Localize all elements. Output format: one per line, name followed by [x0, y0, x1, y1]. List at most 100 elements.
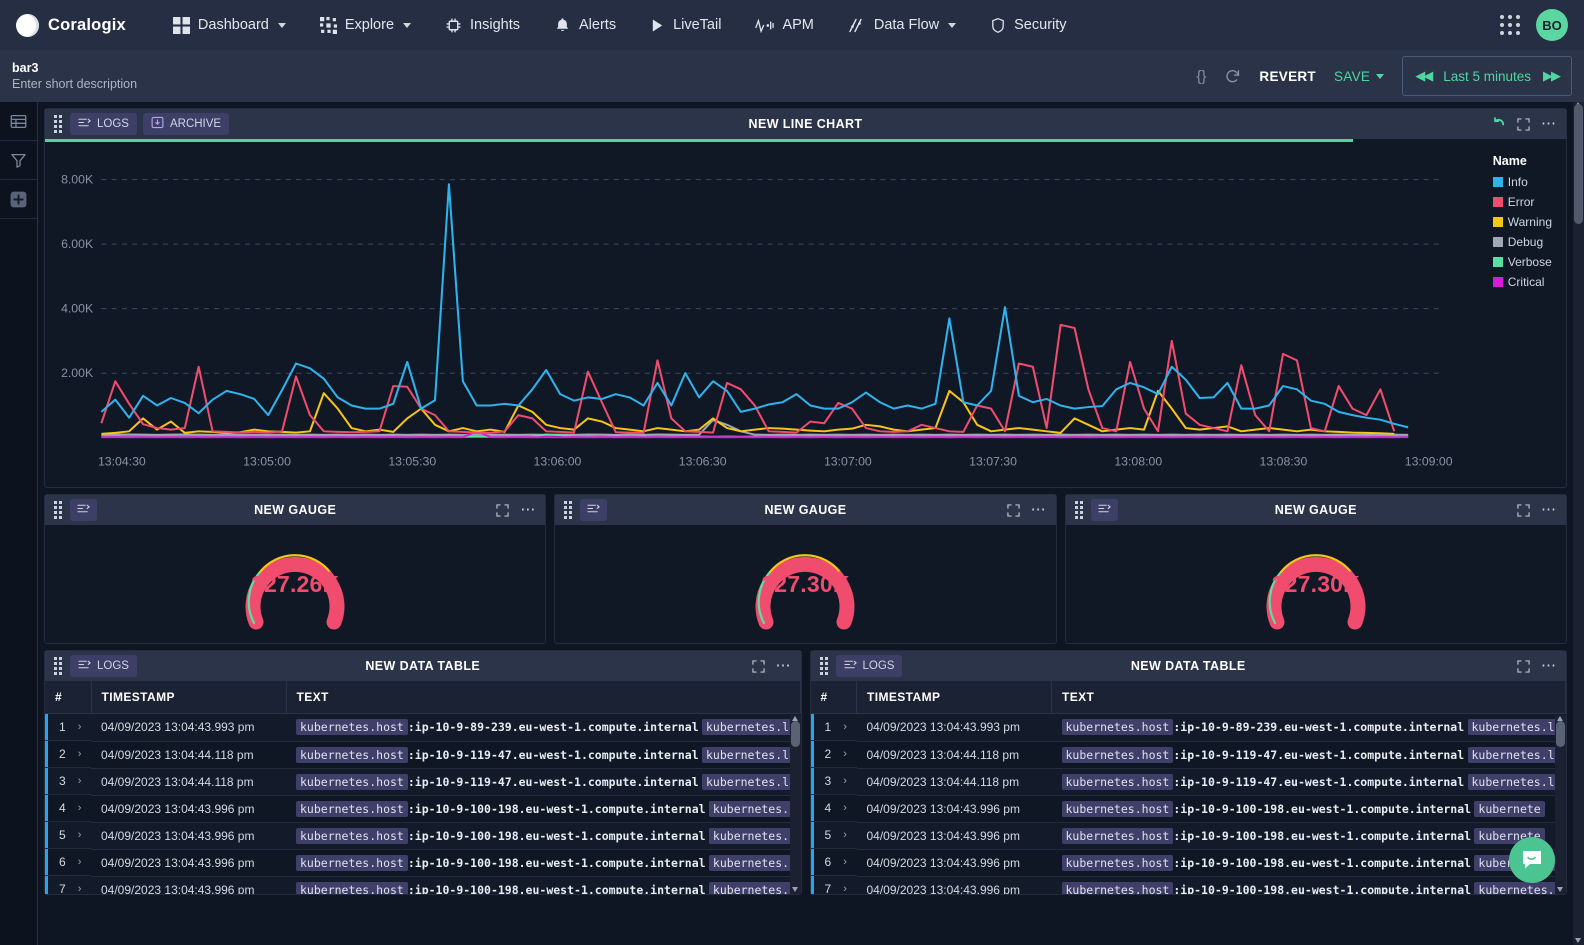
column-header-text[interactable]: TEXT	[286, 681, 801, 714]
table-row[interactable]: 1 › 04/09/2023 13:04:43.993 pm kubernetes.h…	[810, 713, 1566, 742]
legend-item-warning[interactable]: Warning	[1492, 212, 1552, 232]
avatar[interactable]: BO	[1536, 9, 1568, 41]
expand-row-chevron-icon[interactable]: ›	[843, 775, 847, 787]
expand-icon[interactable]	[1006, 503, 1020, 517]
column-header-text[interactable]: TEXT	[1051, 681, 1566, 714]
nav-item-apm[interactable]: APM	[738, 0, 830, 50]
view-json-icon[interactable]: {}	[1196, 68, 1206, 85]
table-icon[interactable]	[0, 102, 37, 141]
table-row[interactable]: 4 › 04/09/2023 13:04:43.996 pm kubernetes.h…	[45, 795, 800, 823]
nav-item-insights[interactable]: Insights	[428, 0, 537, 50]
column-header-index[interactable]: #	[810, 681, 857, 714]
expand-row-chevron-icon[interactable]: ›	[78, 802, 82, 814]
expand-row-chevron-icon[interactable]: ›	[843, 883, 847, 894]
drag-handle-icon[interactable]	[54, 657, 62, 675]
column-header-timestamp[interactable]: TIMESTAMP	[91, 681, 287, 714]
add-widget-icon[interactable]	[0, 180, 37, 219]
nav-item-security[interactable]: Security	[973, 0, 1083, 50]
time-range-picker[interactable]: ◀◀ Last 5 minutes ▶▶	[1402, 56, 1572, 96]
table-row[interactable]: 7 › 04/09/2023 13:04:43.996 pm kubernetes.h…	[45, 876, 800, 894]
table-row[interactable]: 3 › 04/09/2023 13:04:44.118 pm kubernetes.h…	[45, 768, 800, 796]
support-chat-button[interactable]	[1509, 837, 1555, 883]
panel-menu-icon[interactable]: ⋯	[1031, 502, 1047, 517]
column-header-index[interactable]: #	[45, 681, 92, 714]
brand-logo[interactable]: Coralogix	[16, 13, 126, 37]
legend-item-error[interactable]: Error	[1492, 192, 1552, 212]
scroll-down-icon[interactable]	[791, 887, 798, 892]
drag-handle-icon[interactable]	[54, 501, 62, 519]
scroll-down-icon[interactable]	[1557, 887, 1563, 892]
revert-button[interactable]: REVERT	[1259, 69, 1316, 84]
source-tag-logs[interactable]: LOGS	[70, 655, 137, 677]
expand-icon[interactable]	[1517, 503, 1530, 517]
line-chart[interactable]: 2.00K 4.00K 6.00K 8.00K 13:04:30 13:05:00 13:0…	[45, 142, 1566, 487]
table-scrollbar[interactable]	[1555, 715, 1566, 894]
expand-row-chevron-icon[interactable]: ›	[843, 856, 847, 868]
drag-handle-icon[interactable]	[54, 115, 62, 133]
expand-row-chevron-icon[interactable]: ›	[78, 748, 82, 760]
expand-row-chevron-icon[interactable]: ›	[78, 883, 82, 894]
panel-menu-icon[interactable]: ⋯	[1541, 116, 1557, 131]
apps-grid-icon[interactable]	[1500, 15, 1520, 35]
table-row[interactable]: 4 › 04/09/2023 13:04:43.996 pm kubernetes.h…	[810, 795, 1566, 823]
expand-row-chevron-icon[interactable]: ›	[843, 829, 847, 841]
source-tag-logs[interactable]: LOGS	[70, 113, 137, 135]
dashboard-description[interactable]: Enter short description	[12, 76, 137, 92]
scroll-down-icon[interactable]	[1575, 938, 1581, 943]
source-tag-logs[interactable]: LOGS	[835, 655, 903, 677]
panel-menu-icon[interactable]: ⋯	[776, 658, 792, 673]
expand-row-chevron-icon[interactable]: ›	[78, 856, 82, 868]
panel-menu-icon[interactable]: ⋯	[1541, 502, 1557, 517]
table-row[interactable]: 2 › 04/09/2023 13:04:44.118 pm kubernetes.h…	[45, 741, 800, 769]
table-row[interactable]: 5 › 04/09/2023 13:04:43.996 pm kubernetes.h…	[810, 822, 1566, 850]
table-row[interactable]: 3 › 04/09/2023 13:04:44.118 pm kubernetes.h…	[810, 768, 1566, 796]
legend-item-debug[interactable]: Debug	[1492, 232, 1552, 252]
nav-item-dataflow[interactable]: Data Flow	[831, 0, 973, 50]
source-tag-logs-icon-only[interactable]	[70, 499, 97, 521]
nav-item-explore[interactable]: Explore	[303, 0, 428, 50]
expand-row-chevron-icon[interactable]: ›	[843, 721, 847, 733]
table-row[interactable]: 6 › 04/09/2023 13:04:43.996 pm kubernetes.h…	[810, 849, 1566, 877]
page-scroll-thumb[interactable]	[1574, 104, 1583, 224]
nav-item-dashboard[interactable]: Dashboard	[156, 0, 303, 50]
save-button[interactable]: SAVE	[1334, 69, 1385, 84]
expand-icon[interactable]	[1517, 659, 1530, 673]
nav-item-alerts[interactable]: Alerts	[537, 0, 633, 50]
loading-spinner-icon[interactable]	[1491, 116, 1506, 132]
table-row[interactable]: 6 › 04/09/2023 13:04:43.996 pm kubernetes.h…	[45, 849, 800, 877]
row-timestamp: 04/09/2023 13:04:43.996 pm	[91, 795, 286, 823]
source-tag-archive[interactable]: ARCHIVE	[142, 113, 230, 135]
prev-range-icon[interactable]: ◀◀	[1415, 68, 1433, 84]
expand-icon[interactable]	[1517, 117, 1530, 131]
refresh-icon[interactable]	[1224, 68, 1241, 85]
table-row[interactable]: 2 › 04/09/2023 13:04:44.118 pm kubernetes.h…	[810, 741, 1566, 769]
table-scroll-thumb[interactable]	[790, 721, 800, 747]
legend-item-critical[interactable]: Critical	[1492, 272, 1552, 292]
legend-item-info[interactable]: Info	[1492, 172, 1552, 192]
drag-handle-icon[interactable]	[564, 501, 573, 519]
table-row[interactable]: 1 › 04/09/2023 13:04:43.993 pm kubernetes.h…	[45, 713, 800, 742]
expand-row-chevron-icon[interactable]: ›	[843, 802, 847, 814]
source-tag-logs-icon-only[interactable]	[580, 499, 608, 521]
column-header-timestamp[interactable]: TIMESTAMP	[856, 681, 1052, 714]
source-tag-logs-icon-only[interactable]	[1090, 499, 1118, 521]
expand-row-chevron-icon[interactable]: ›	[78, 829, 82, 841]
expand-row-chevron-icon[interactable]: ›	[843, 748, 847, 760]
drag-handle-icon[interactable]	[1074, 501, 1083, 519]
panel-menu-icon[interactable]: ⋯	[1541, 658, 1557, 673]
next-range-icon[interactable]: ▶▶	[1543, 68, 1561, 84]
expand-icon[interactable]	[751, 659, 765, 673]
table-scrollbar[interactable]	[789, 715, 801, 894]
page-scrollbar[interactable]	[1573, 102, 1584, 945]
table-row[interactable]: 7 › 04/09/2023 13:04:43.996 pm kubernetes.h…	[810, 876, 1566, 894]
table-scroll-thumb[interactable]	[1556, 721, 1565, 747]
drag-handle-icon[interactable]	[819, 657, 828, 675]
panel-menu-icon[interactable]: ⋯	[520, 502, 536, 517]
expand-row-chevron-icon[interactable]: ›	[78, 775, 82, 787]
expand-row-chevron-icon[interactable]: ›	[78, 721, 82, 733]
filter-icon[interactable]	[0, 141, 37, 180]
legend-item-verbose[interactable]: Verbose	[1492, 252, 1552, 272]
nav-item-livetail[interactable]: LiveTail	[633, 0, 738, 50]
expand-icon[interactable]	[496, 503, 510, 517]
table-row[interactable]: 5 › 04/09/2023 13:04:43.996 pm kubernetes.h…	[45, 822, 800, 850]
